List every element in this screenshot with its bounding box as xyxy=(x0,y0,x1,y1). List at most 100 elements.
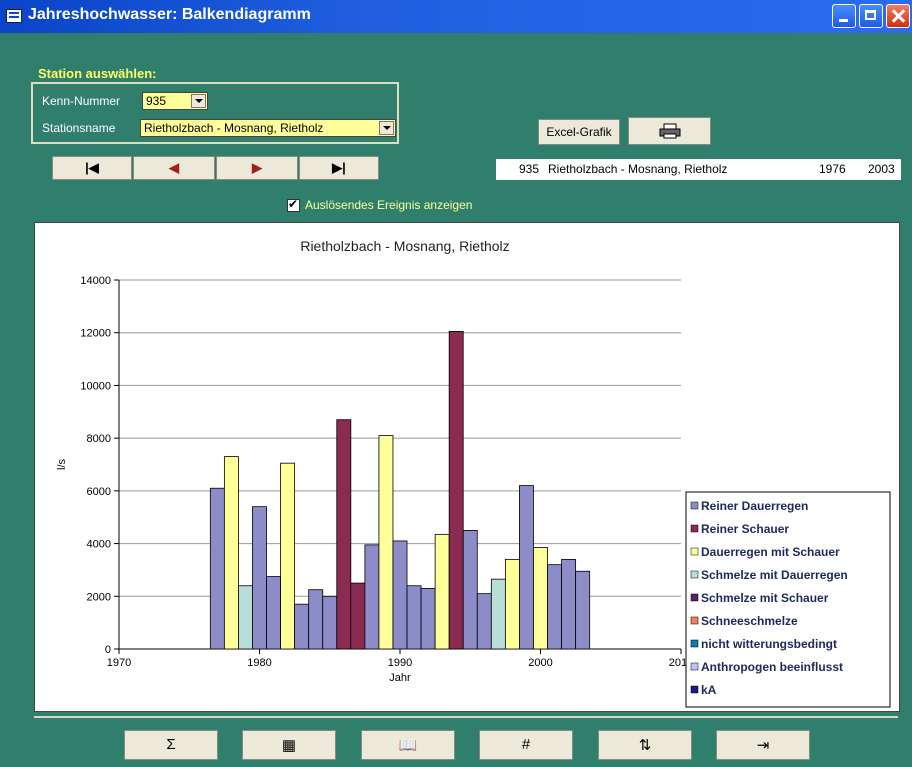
x-tick-label: 1970 xyxy=(107,657,131,669)
y-tick-label: 6000 xyxy=(87,486,111,498)
legend-label: Schmelze mit Dauerregen xyxy=(701,568,848,582)
y-tick-label: 10000 xyxy=(80,380,111,392)
bar xyxy=(490,578,506,650)
excel-grafik-button[interactable]: Excel-Grafik xyxy=(538,119,620,145)
sort-button[interactable]: ⇅ xyxy=(598,730,692,760)
last-record-button[interactable]: ▶| xyxy=(299,156,379,180)
exit-door-icon: ⇥ xyxy=(756,737,770,754)
table-icon: ▦ xyxy=(281,737,297,754)
legend-label: kA xyxy=(701,683,717,697)
print-button[interactable] xyxy=(628,117,711,145)
bar xyxy=(223,456,239,650)
legend-label: nicht witterungsbedingt xyxy=(701,637,837,651)
stationsname-label: Stationsname xyxy=(42,121,116,135)
bar xyxy=(420,587,436,650)
y-tick-label: 12000 xyxy=(80,328,111,340)
form-icon xyxy=(6,9,22,23)
kenn-label: Kenn-Nummer xyxy=(42,94,121,108)
next-arrow-icon: ▶ xyxy=(252,160,262,175)
bar xyxy=(533,547,548,650)
info-station-name: Rietholzbach - Mosnang, Rietholz xyxy=(548,162,728,176)
bar xyxy=(547,564,562,650)
exit-button[interactable]: ⇥ xyxy=(716,730,810,760)
last-record-icon: ▶| xyxy=(332,160,346,175)
dropdown-arrow-icon[interactable] xyxy=(191,94,206,108)
trigger-event-label: Auslösendes Ereignis anzeigen xyxy=(305,198,473,212)
legend-swatch xyxy=(690,570,699,579)
previous-arrow-icon: ◀ xyxy=(169,160,179,175)
x-tick-label: 1980 xyxy=(247,657,271,669)
book-button[interactable]: 📖 xyxy=(361,730,455,760)
bar xyxy=(252,506,267,650)
legend-swatch xyxy=(690,685,699,694)
y-tick-label: 0 xyxy=(105,644,111,656)
title-bar: Jahreshochwasser: Balkendiagramm xyxy=(0,0,912,33)
sum-button[interactable]: Σ xyxy=(124,730,218,760)
station-heading: Station auswählen: xyxy=(38,66,157,81)
close-button[interactable] xyxy=(886,4,910,28)
chart-title: Rietholzbach - Mosnang, Rietholz xyxy=(300,238,509,254)
y-axis-title: l/s xyxy=(56,459,68,471)
sort-icon: ⇅ xyxy=(638,737,652,754)
station-info-bar: 935 Rietholzbach - Mosnang, Rietholz 197… xyxy=(496,159,901,180)
dropdown-arrow-icon[interactable] xyxy=(379,121,394,135)
bar xyxy=(448,330,464,650)
info-year-from: 1976 xyxy=(819,162,846,176)
legend-swatch xyxy=(690,616,699,625)
bar xyxy=(322,595,338,650)
legend-label: Schmelze mit Schauer xyxy=(701,591,829,605)
minimize-button[interactable] xyxy=(832,4,856,28)
legend-label: Reiner Dauerregen xyxy=(701,499,808,513)
legend-label: Schneeschmelze xyxy=(701,614,798,628)
window-title: Jahreshochwasser: Balkendiagramm xyxy=(28,6,311,23)
stationsname-combobox[interactable]: Rietholzbach - Mosnang, Rietholz xyxy=(140,119,396,137)
chart-panel: Rietholzbach - Mosnang, Rietholz 0 2000 400… xyxy=(34,222,900,712)
table-button[interactable]: ▦ xyxy=(242,730,336,760)
bar xyxy=(308,589,324,650)
separator-line xyxy=(34,716,898,718)
legend-swatch xyxy=(690,593,699,602)
bar xyxy=(434,533,450,650)
sigma-icon: Σ xyxy=(166,736,176,753)
bar xyxy=(238,585,253,650)
y-tick-label: 8000 xyxy=(87,433,111,445)
bar xyxy=(266,576,281,650)
bar xyxy=(504,558,520,650)
legend-swatch xyxy=(690,662,699,671)
book-icon: 📖 xyxy=(398,737,418,754)
kenn-value: 935 xyxy=(146,94,167,108)
bar xyxy=(575,570,591,650)
x-tick-label: 2000 xyxy=(528,657,552,669)
legend-label: Anthropogen beeinflusst xyxy=(701,660,843,674)
first-record-button[interactable]: |◀ xyxy=(52,156,132,180)
bar xyxy=(336,419,352,650)
legend-label: Reiner Schauer xyxy=(701,522,789,536)
maximize-button[interactable] xyxy=(859,4,883,28)
previous-record-button[interactable]: ◀ xyxy=(133,156,215,180)
grid-button[interactable]: # xyxy=(479,730,573,760)
x-tick-label: 1990 xyxy=(388,657,412,669)
bar xyxy=(280,462,296,650)
printer-icon xyxy=(659,123,680,139)
kenn-combobox[interactable]: 935 xyxy=(142,92,208,110)
legend-swatch xyxy=(690,501,699,510)
legend-swatch xyxy=(690,547,699,556)
y-tick-label: 2000 xyxy=(87,591,111,603)
bar xyxy=(209,487,225,650)
y-tick-label: 4000 xyxy=(87,539,111,551)
stationsname-value: Rietholzbach - Mosnang, Rietholz xyxy=(144,121,324,135)
bar xyxy=(462,529,478,650)
next-record-button[interactable]: ▶ xyxy=(216,156,298,180)
legend-swatch xyxy=(690,524,699,533)
info-station-id: 935 xyxy=(519,162,540,176)
legend-label: Dauerregen mit Schauer xyxy=(701,545,840,559)
bar-chart: Rietholzbach - Mosnang, Rietholz 0 2000 400… xyxy=(56,238,891,708)
trigger-event-checkbox[interactable] xyxy=(287,197,300,212)
bar xyxy=(519,485,534,650)
info-year-to: 2003 xyxy=(868,162,895,176)
y-tick-label: 14000 xyxy=(80,275,111,287)
grid-icon: # xyxy=(521,736,531,753)
legend-swatch xyxy=(690,639,699,648)
first-record-icon: |◀ xyxy=(85,160,99,175)
bar xyxy=(392,540,408,650)
